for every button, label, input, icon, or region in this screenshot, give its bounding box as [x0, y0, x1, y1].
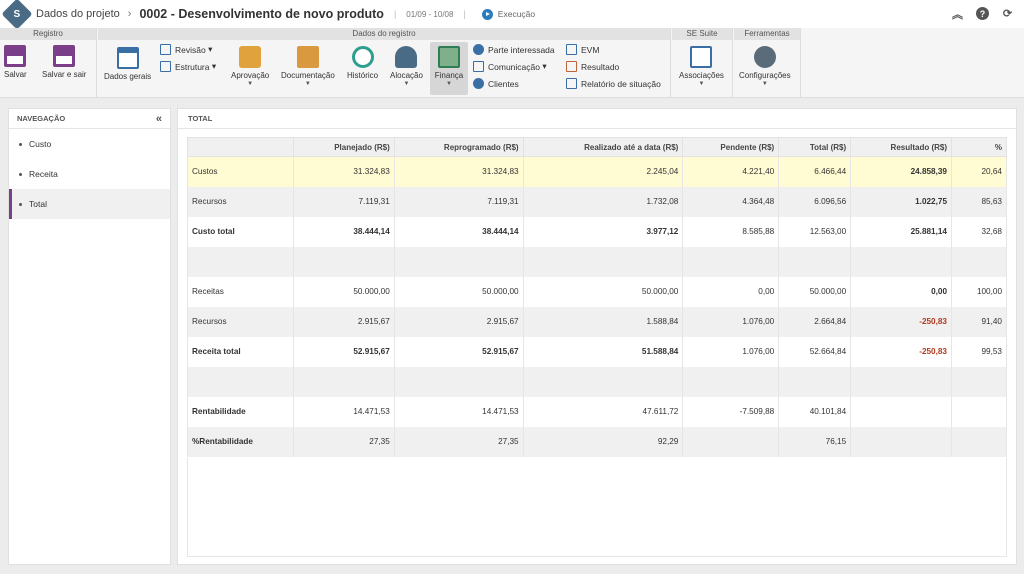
form-icon	[116, 47, 139, 69]
people-icon	[395, 46, 418, 68]
refresh-icon[interactable]: ⟳	[1001, 7, 1014, 20]
column-header: Total (R$)	[778, 137, 852, 157]
save-button[interactable]: Salvar	[4, 45, 27, 79]
revision-menu[interactable]: Revisão ▾	[160, 44, 212, 55]
column-header	[187, 137, 294, 157]
nav-item-custo[interactable]: Custo	[9, 129, 170, 159]
approval-button[interactable]: Aprovação ▼	[231, 46, 269, 87]
money-icon	[438, 46, 460, 68]
project-dates: 01/09 - 10/08	[406, 9, 454, 19]
folder-icon	[296, 46, 319, 68]
group-ferramentas: Ferramentas Configurações ▼	[734, 28, 801, 98]
settings-button[interactable]: Configurações ▼	[739, 46, 791, 87]
column-header: Planejado (R$)	[292, 137, 395, 157]
column-header: Reprogramado (R$)	[393, 137, 524, 157]
structure-menu[interactable]: Estrutura ▾	[160, 61, 216, 72]
app-logo: S	[1, 0, 33, 30]
nav-item-receita[interactable]: Receita	[9, 159, 170, 189]
column-header: Realizado até a data (R$)	[522, 137, 684, 157]
table-row[interactable]: Recursos 2.915,67 2.915,67 1.588,84 1.07…	[187, 306, 1007, 337]
table-row-spacer	[187, 246, 1007, 277]
column-header: %	[951, 137, 1007, 157]
communication-menu[interactable]: Comunicação ▾	[473, 61, 547, 72]
nav-item-total[interactable]: Total	[9, 189, 170, 219]
save-icon	[4, 45, 27, 67]
group-se-suite: SE Suite Associações ▼	[672, 28, 733, 98]
stakeholder-icon	[473, 44, 484, 55]
save-and-exit-button[interactable]: Salvar e sair	[42, 45, 86, 79]
general-data-button[interactable]: Dados gerais	[104, 47, 151, 81]
status-badge: Execução	[481, 8, 535, 20]
title-bar: S Dados do projeto › 0002 - Desenvolvime…	[0, 0, 1024, 30]
report-icon	[566, 78, 577, 89]
table-row[interactable]: Rentabilidade 14.471,53 14.471,53 47.611…	[187, 396, 1007, 427]
finance-button[interactable]: Finança ▼	[430, 42, 468, 95]
divider: |	[463, 9, 466, 19]
group-registro: Registro Salvar Salvar e sair	[0, 28, 97, 98]
result-icon	[566, 61, 577, 72]
table-empty-area	[187, 458, 1007, 557]
approval-icon	[239, 46, 262, 68]
result-button[interactable]: Resultado	[566, 61, 619, 72]
table-row-spacer	[187, 366, 1007, 397]
allocation-button[interactable]: Alocação ▼	[390, 46, 423, 87]
table-row[interactable]: Custos 31.324,83 31.324,83 2.245,04 4.22…	[187, 156, 1007, 187]
evm-button[interactable]: EVM	[566, 44, 599, 55]
column-header: Resultado (R$)	[850, 137, 952, 157]
clients-button[interactable]: Clientes	[473, 78, 519, 89]
table-row[interactable]: %Rentabilidade 27,35 27,35 92,29 76,15	[187, 426, 1007, 457]
gear-icon	[753, 46, 776, 68]
chart-icon	[566, 44, 577, 55]
chevron-right-icon: ›	[127, 8, 132, 20]
table-row[interactable]: Receita total 52.915,67 52.915,67 51.588…	[187, 336, 1007, 367]
status-report-button[interactable]: Relatório de situação	[566, 78, 661, 89]
table-row[interactable]: Custo total 38.444,14 38.444,14 3.977,12…	[187, 216, 1007, 247]
ribbon: Registro Salvar Salvar e sair Dados do r…	[0, 28, 1024, 98]
collapse-icon[interactable]: «	[156, 113, 162, 125]
clock-icon	[351, 46, 374, 68]
play-icon	[481, 8, 493, 20]
revision-icon	[160, 44, 171, 55]
table-row[interactable]: Recursos 7.119,31 7.119,31 1.732,08 4.36…	[187, 186, 1007, 217]
associations-icon	[690, 46, 713, 68]
section-title: TOTAL	[178, 109, 1016, 129]
financial-table: Planejado (R$) Reprogramado (R$) Realiza…	[187, 137, 1007, 457]
table-header-row: Planejado (R$) Reprogramado (R$) Realiza…	[187, 137, 1007, 157]
associations-button[interactable]: Associações ▼	[679, 46, 724, 87]
table-row[interactable]: Receitas 50.000,00 50.000,00 50.000,00 0…	[187, 276, 1007, 307]
structure-icon	[160, 61, 171, 72]
main-panel: TOTAL Planejado (R$) Reprogramado (R$) R…	[177, 108, 1017, 565]
help-icon[interactable]: ?	[976, 7, 989, 20]
double-chevron-up-icon[interactable]: ︽	[951, 7, 964, 21]
navigation-panel: NAVEGAÇÃO « Custo Receita Total	[8, 108, 171, 565]
documentation-button[interactable]: Documentação ▼	[281, 46, 335, 87]
stakeholder-button[interactable]: Parte interessada	[473, 44, 555, 55]
divider: |	[393, 9, 397, 19]
group-dados-registro: Dados do registro Dados gerais Revisão ▾…	[98, 28, 671, 98]
breadcrumb[interactable]: Dados do projeto	[36, 8, 120, 20]
clients-icon	[473, 78, 484, 89]
history-button[interactable]: Histórico	[347, 46, 378, 80]
page-title: 0002 - Desenvolvimento de novo produto	[139, 7, 384, 21]
column-header: Pendente (R$)	[682, 137, 780, 157]
mail-icon	[473, 61, 484, 72]
save-exit-icon	[53, 45, 76, 67]
